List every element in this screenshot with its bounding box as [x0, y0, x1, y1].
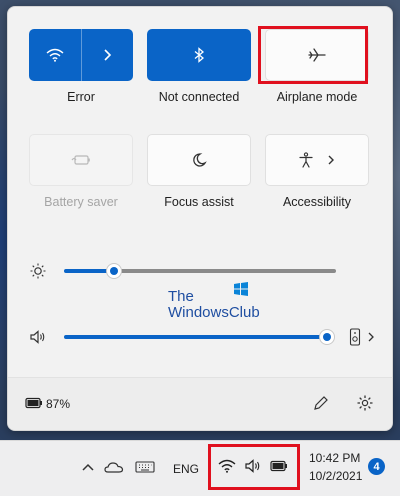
- bluetooth-icon: [194, 47, 205, 63]
- moon-icon: [193, 153, 207, 167]
- brightness-slider-row: [23, 259, 379, 283]
- wifi-tile-label: Error: [67, 90, 95, 104]
- focus-assist-tile: Focus assist: [147, 134, 251, 209]
- focus-assist-tile-label: Focus assist: [164, 195, 234, 209]
- battery-charging-icon: [25, 397, 42, 409]
- volume-track-filled[interactable]: [64, 335, 329, 339]
- accessibility-tile: Accessibility: [265, 134, 369, 209]
- quick-settings-footer: 87%: [8, 377, 392, 430]
- clock-time[interactable]: 10:42 PM: [309, 451, 360, 465]
- settings-gear-icon[interactable]: [356, 394, 374, 412]
- wifi-expand-button[interactable]: [82, 29, 134, 81]
- battery-saver-icon: [71, 155, 90, 165]
- airplane-tile-label: Airplane mode: [276, 90, 358, 104]
- bluetooth-tile-label: Not connected: [158, 90, 240, 104]
- volume-thumb[interactable]: [319, 329, 335, 345]
- chevron-up-icon[interactable]: [80, 459, 96, 475]
- clock-date[interactable]: 10/2/2021: [309, 469, 362, 483]
- watermark-line2: WindowsClub: [168, 304, 260, 321]
- wifi-toggle[interactable]: [29, 29, 133, 81]
- battery-saver-tile: Battery saver: [29, 134, 133, 209]
- tray-icons-highlight: [208, 444, 300, 490]
- onedrive-icon[interactable]: [104, 458, 124, 476]
- speaker-icon[interactable]: [29, 328, 47, 346]
- bluetooth-toggle[interactable]: [147, 29, 251, 81]
- language-indicator[interactable]: ENG: [173, 462, 199, 476]
- edit-pencil-icon[interactable]: [312, 394, 330, 412]
- notification-badge[interactable]: 4: [368, 458, 385, 475]
- battery-saver-toggle[interactable]: [29, 134, 133, 186]
- chevron-right-icon: [104, 49, 112, 61]
- chevron-right-icon[interactable]: [367, 331, 375, 343]
- keyboard-icon[interactable]: [135, 459, 155, 475]
- volume-slider-row: [23, 325, 379, 349]
- battery-saver-tile-label: Battery saver: [44, 195, 118, 209]
- accessibility-toggle[interactable]: [265, 134, 369, 186]
- brightness-track[interactable]: [114, 269, 336, 273]
- wifi-icon[interactable]: [29, 29, 82, 81]
- audio-output-icon[interactable]: [349, 328, 361, 346]
- focus-assist-toggle[interactable]: [147, 134, 251, 186]
- windows-logo-icon: [234, 282, 248, 296]
- battery-percentage[interactable]: 87%: [46, 397, 70, 411]
- accessibility-tile-label: Accessibility: [282, 195, 352, 209]
- chevron-right-icon: [328, 155, 334, 165]
- brightness-thumb[interactable]: [106, 263, 122, 279]
- accessibility-icon: [299, 152, 313, 168]
- wifi-tile: Error: [29, 29, 133, 104]
- sun-icon: [30, 263, 46, 279]
- bluetooth-tile: Not connected: [147, 29, 251, 104]
- airplane-mode-highlight: [258, 26, 368, 84]
- taskbar: ENG 10:42 PM 10/2/2021 4: [0, 440, 400, 496]
